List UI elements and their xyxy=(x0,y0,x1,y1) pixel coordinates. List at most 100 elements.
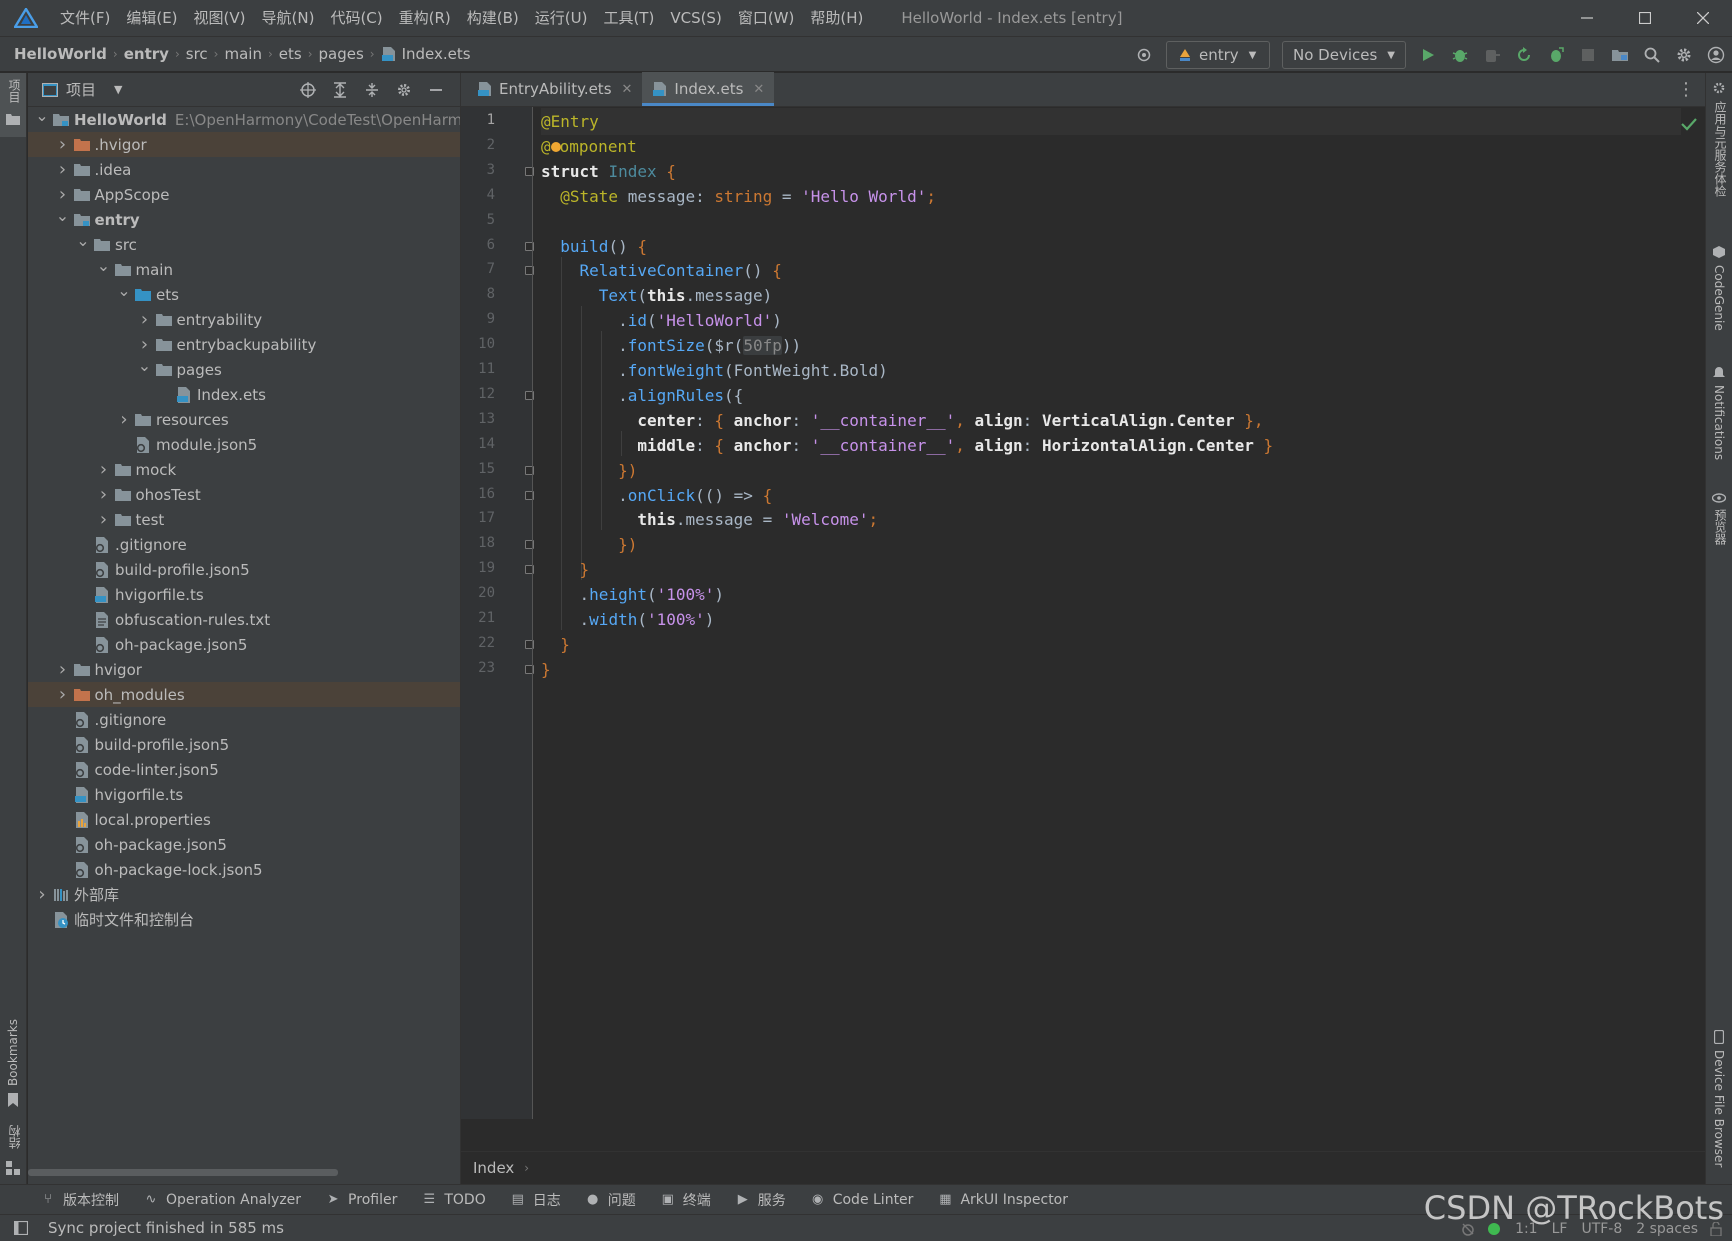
code-line[interactable]: .fontWeight(FontWeight.Bold) xyxy=(541,357,888,384)
bottom-tool-tab[interactable]: ▣ 终端 xyxy=(660,1190,711,1210)
code-line[interactable]: .width('100%') xyxy=(541,606,715,633)
chevron-down-icon[interactable]: ▼ xyxy=(114,83,122,96)
code-line[interactable]: .fontSize($r(50fp)) xyxy=(541,332,801,359)
settings-button[interactable] xyxy=(1668,39,1700,71)
chevron-right-icon[interactable]: › xyxy=(96,459,112,480)
tree-item[interactable]: code-linter.json5 xyxy=(28,757,460,782)
code-line[interactable]: } xyxy=(541,631,570,658)
debug-button[interactable] xyxy=(1444,39,1476,71)
bottom-tool-tab[interactable]: ➤ Profiler xyxy=(325,1192,398,1208)
tree-item[interactable]: › entrybackupability xyxy=(28,332,460,357)
breadcrumb-item[interactable]: Index.ets xyxy=(402,45,471,63)
expand-all-button[interactable] xyxy=(324,74,356,106)
tree-item[interactable]: ⌄ entry xyxy=(28,207,460,232)
close-tab-icon[interactable]: ✕ xyxy=(753,82,764,97)
tree-item[interactable]: module.json5 xyxy=(28,432,460,457)
tree-item[interactable]: ⌄ pages xyxy=(28,357,460,382)
tree-item[interactable]: ⌄ main xyxy=(28,257,460,282)
menu-item[interactable]: 代码(C) xyxy=(322,0,390,36)
tree-item[interactable]: oh-package.json5 xyxy=(28,832,460,857)
code-line[interactable]: middle: { anchor: '__container__', align… xyxy=(541,432,1273,459)
code-line[interactable]: .onClick(() => { xyxy=(541,482,772,509)
code-line[interactable]: .alignRules({ xyxy=(541,382,743,409)
project-structure-button[interactable] xyxy=(1604,39,1636,71)
no-problems-check-icon[interactable] xyxy=(1681,117,1697,131)
code-line[interactable]: build() { xyxy=(541,233,647,260)
close-tab-icon[interactable]: ✕ xyxy=(622,82,633,97)
chevron-right-icon[interactable]: › xyxy=(137,334,153,355)
collapse-all-button[interactable] xyxy=(356,74,388,106)
chevron-down-icon[interactable]: ⌄ xyxy=(96,257,112,273)
device-file-browser-tool-tab[interactable]: Device File Browser xyxy=(1706,1028,1732,1178)
editor-tab[interactable]: Index.ets ✕ xyxy=(642,72,775,106)
tree-item[interactable]: › .hvigor xyxy=(28,132,460,157)
code-line[interactable]: struct Index { xyxy=(541,158,676,185)
horizontal-scrollbar[interactable] xyxy=(28,1169,338,1176)
chevron-down-icon[interactable]: ⌄ xyxy=(55,207,71,223)
tree-item[interactable]: › .idea xyxy=(28,157,460,182)
menu-item[interactable]: 运行(U) xyxy=(527,0,596,36)
bottom-tool-tab[interactable]: ▤ 日志 xyxy=(510,1190,561,1210)
code-line[interactable]: @State message: string = 'Hello World'; xyxy=(541,183,936,210)
chevron-right-icon[interactable]: › xyxy=(55,184,71,205)
code-line[interactable]: } xyxy=(541,556,590,583)
code-line[interactable]: }) xyxy=(541,531,637,558)
profile-button[interactable] xyxy=(1540,39,1572,71)
app-check-tool-tab[interactable]: 应用与元服务体检 xyxy=(1706,79,1732,209)
chevron-right-icon[interactable]: › xyxy=(137,309,153,330)
breadcrumb-item[interactable]: main xyxy=(224,45,261,63)
menu-item[interactable]: 窗口(W) xyxy=(730,0,803,36)
notifications-tool-tab[interactable]: Notifications xyxy=(1706,363,1732,473)
module-selector[interactable]: entry ▼ xyxy=(1166,41,1270,69)
chevron-down-icon[interactable]: ⌄ xyxy=(34,107,50,123)
menu-item[interactable]: 文件(F) xyxy=(52,0,118,36)
chevron-right-icon[interactable]: › xyxy=(55,134,71,155)
codegenie-tool-tab[interactable]: CodeGenie xyxy=(1706,243,1732,353)
tree-item[interactable]: › entryability xyxy=(28,307,460,332)
tree-item[interactable]: 临时文件和控制台 xyxy=(28,907,460,932)
tree-item[interactable]: › test xyxy=(28,507,460,532)
menu-item[interactable]: 视图(V) xyxy=(186,0,254,36)
chevron-right-icon[interactable]: › xyxy=(96,484,112,505)
editor-tab[interactable]: EntryAbility.ets ✕ xyxy=(467,72,642,106)
tree-item[interactable]: › resources xyxy=(28,407,460,432)
previewer-tool-tab[interactable]: 预览器 xyxy=(1706,491,1732,561)
bookmarks-tool-tab[interactable]: Bookmarks xyxy=(0,1013,26,1113)
tree-item[interactable]: ⌄ ets xyxy=(28,282,460,307)
more-options-icon[interactable]: ⋮ xyxy=(1677,79,1695,100)
tree-item[interactable]: ⌄ HelloWorld E:\OpenHarmony\CodeTest\OpenH… xyxy=(28,107,462,132)
bottom-tool-tab[interactable]: ∿ Operation Analyzer xyxy=(143,1192,302,1208)
code-line[interactable]: } xyxy=(541,656,551,683)
menu-item[interactable]: 构建(B) xyxy=(459,0,527,36)
code-line[interactable]: }) xyxy=(541,457,637,484)
tree-item[interactable]: hvigorfile.ts xyxy=(28,582,460,607)
account-button[interactable] xyxy=(1700,39,1732,71)
breadcrumb-item[interactable]: src xyxy=(186,45,208,63)
chevron-right-icon[interactable]: › xyxy=(55,659,71,680)
maximize-button[interactable] xyxy=(1616,0,1674,36)
locate-file-button[interactable] xyxy=(292,74,324,106)
tree-item[interactable]: obfuscation-rules.txt xyxy=(28,607,460,632)
toggle-panels-icon[interactable] xyxy=(14,1221,28,1235)
menu-item[interactable]: VCS(S) xyxy=(662,0,729,36)
tree-item[interactable]: ⌄ src xyxy=(28,232,460,257)
tree-item[interactable]: › ohosTest xyxy=(28,482,460,507)
tree-item[interactable]: hvigorfile.ts xyxy=(28,782,460,807)
tree-item[interactable]: oh-package.json5 xyxy=(28,632,460,657)
tree-item[interactable]: .gitignore xyxy=(28,532,460,557)
menu-item[interactable]: 导航(N) xyxy=(254,0,323,36)
breadcrumb-item[interactable]: HelloWorld xyxy=(14,45,107,63)
menu-item[interactable]: 重构(R) xyxy=(391,0,459,36)
tree-item[interactable]: .gitignore xyxy=(28,707,460,732)
code-line[interactable]: .height('100%') xyxy=(541,581,725,608)
tree-item[interactable]: › mock xyxy=(28,457,460,482)
apply-changes-button[interactable] xyxy=(1508,39,1540,71)
target-button[interactable] xyxy=(1128,39,1160,71)
breadcrumb-item[interactable]: entry xyxy=(124,45,169,63)
chevron-right-icon[interactable]: › xyxy=(55,684,71,705)
chevron-right-icon[interactable]: › xyxy=(34,884,50,905)
tree-item[interactable]: › hvigor xyxy=(28,657,460,682)
bottom-tool-tab[interactable]: ▶ 服务 xyxy=(735,1190,786,1210)
code-line[interactable]: Text(this.message) xyxy=(541,282,772,309)
tree-item[interactable]: › oh_modules xyxy=(28,682,460,707)
